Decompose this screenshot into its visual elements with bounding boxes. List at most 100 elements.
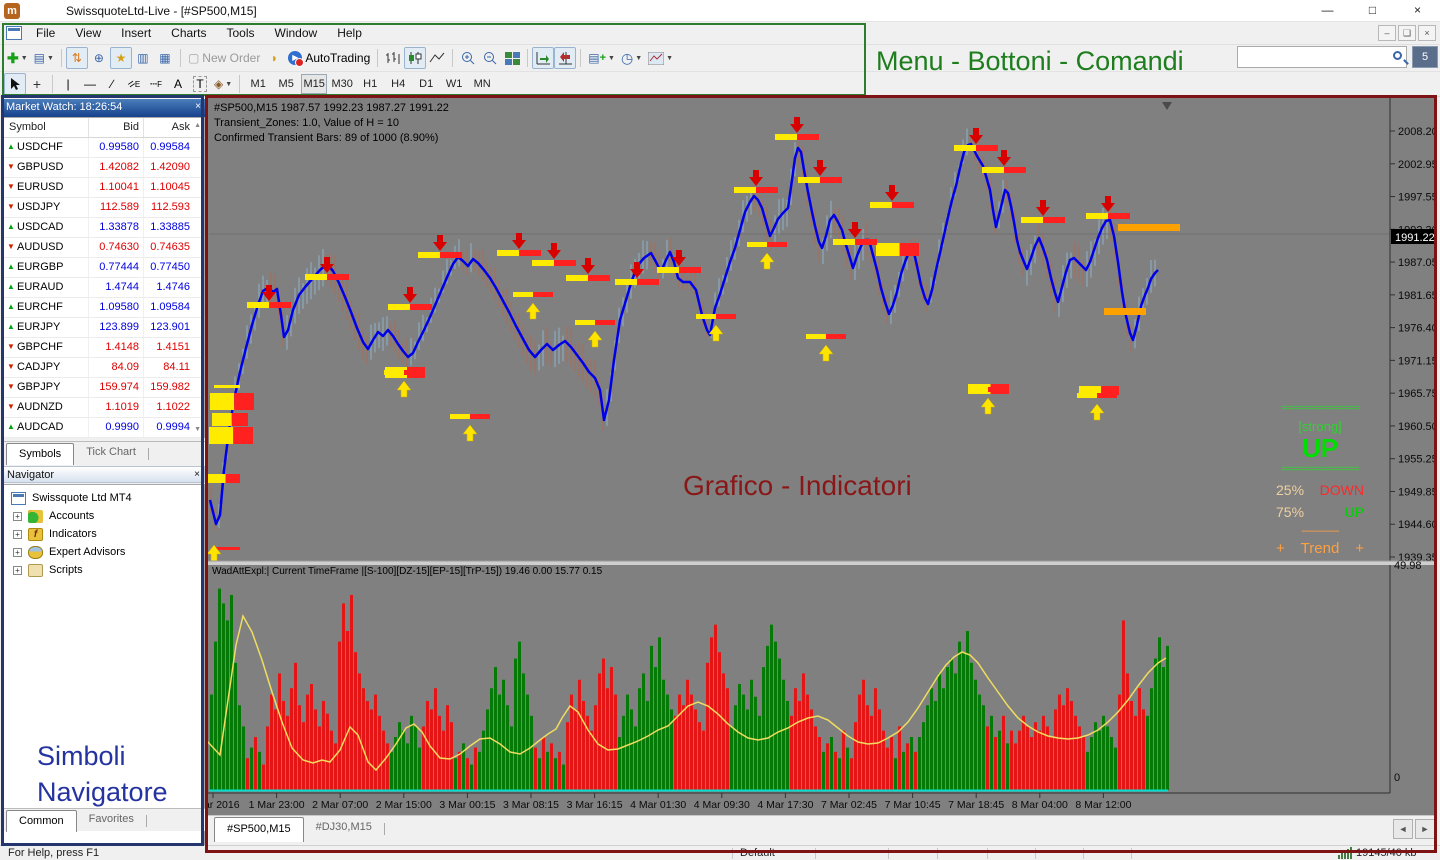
timeframe-d1-button[interactable]: D1	[413, 74, 439, 94]
bar-chart-button[interactable]	[382, 47, 404, 69]
expand-icon[interactable]: +	[13, 547, 22, 557]
market-watch-row[interactable]: EURUSD1.10041 1.10045	[3, 178, 204, 198]
mdi-minimize-button[interactable]: –	[1378, 25, 1396, 41]
timeframe-m5-button[interactable]: M5	[273, 74, 299, 94]
new-order-button[interactable]: ▢ New Order	[185, 47, 263, 69]
market-watch-row[interactable]: AUDUSD0.74630 0.74635	[3, 238, 204, 258]
timeframe-h1-button[interactable]: H1	[357, 74, 383, 94]
timeframe-m1-button[interactable]: M1	[245, 74, 271, 94]
line-chart-button[interactable]	[426, 47, 448, 69]
status-profile[interactable]: Default	[740, 847, 775, 859]
timeframe-mn-button[interactable]: MN	[469, 74, 495, 94]
market-watch-row[interactable]: GBPJPY159.974 159.982	[3, 378, 204, 398]
label-tool-button[interactable]: T	[189, 73, 211, 95]
tab-common[interactable]: Common	[6, 810, 77, 832]
price-chart[interactable]: 2008.202002.951997.551992.301987.051981.…	[207, 97, 1437, 815]
new-order-label: New Order	[202, 51, 261, 65]
market-watch-row[interactable]: AUDNZD1.1019 1.1022	[3, 398, 204, 418]
strategy-tester-button[interactable]: ▦	[154, 47, 176, 69]
text-tool-button[interactable]: A	[167, 73, 189, 95]
tile-windows-button[interactable]	[501, 47, 523, 69]
equidistant-channel-button[interactable]: = E	[123, 73, 145, 95]
zoom-in-button[interactable]	[457, 47, 479, 69]
profiles-button[interactable]: ▤ ▼	[31, 47, 57, 69]
periods-button[interactable]: ◷ ▼	[618, 47, 645, 69]
tree-item-scripts[interactable]: + Scripts	[3, 561, 204, 579]
minimize-button[interactable]: —	[1305, 0, 1350, 22]
data-window-button[interactable]: ⊕	[88, 47, 110, 69]
market-watch-row[interactable]: EURCHF1.09580 1.09584	[3, 298, 204, 318]
tree-item-expert-advisors[interactable]: + Expert Advisors	[3, 543, 204, 561]
tab-favorites[interactable]: Favorites	[77, 809, 146, 831]
market-watch-row[interactable]: GBPUSD1.42082 1.42090	[3, 158, 204, 178]
market-watch-row[interactable]: USDCAD1.33878 1.33885	[3, 218, 204, 238]
candlestick-chart-button[interactable]	[404, 47, 427, 69]
mdi-close-button[interactable]: ×	[1418, 25, 1436, 41]
tabs-scroll-right-button[interactable]: ►	[1415, 819, 1435, 839]
expand-icon[interactable]: +	[13, 511, 22, 521]
tab-dj30[interactable]: #DJ30,M15	[304, 816, 384, 841]
chevron-down-icon: ▼	[635, 54, 643, 62]
scroll-up-icon[interactable]: ▲	[194, 122, 201, 129]
tabs-scroll-left-button[interactable]: ◄	[1393, 819, 1413, 839]
market-watch-row[interactable]: USDCHF0.99580 0.99584	[3, 138, 204, 158]
scroll-down-icon[interactable]: ▼	[194, 426, 201, 433]
maximize-button[interactable]: □	[1350, 0, 1395, 22]
menu-charts[interactable]: Charts	[161, 22, 216, 45]
tab-symbols[interactable]: Symbols	[6, 443, 75, 465]
menu-insert[interactable]: Insert	[111, 22, 161, 45]
symbol-cell: AUDCAD	[3, 418, 89, 437]
crosshair-button[interactable]: +	[26, 73, 48, 95]
market-watch-list-button[interactable]: ▥	[132, 47, 154, 69]
new-chart-button[interactable]: ✚ ▼	[4, 47, 31, 69]
indicators-button[interactable]: ▤ + ▼	[585, 47, 618, 69]
tree-item-indicators[interactable]: + f Indicators	[3, 525, 204, 543]
timeframe-w1-button[interactable]: W1	[441, 74, 467, 94]
arrows-tool-button[interactable]: ◈ ▼	[211, 73, 235, 95]
market-watch-row[interactable]: USDJPY112.589 112.593	[3, 198, 204, 218]
menu-view[interactable]: View	[65, 22, 111, 45]
tree-root-account[interactable]: Swissquote Ltd MT4	[3, 489, 204, 507]
cursor-button[interactable]	[4, 73, 26, 95]
horizontal-line-button[interactable]: —	[79, 73, 101, 95]
expand-icon[interactable]: +	[13, 529, 22, 539]
search-input[interactable]	[1240, 48, 1380, 66]
autoscroll-button[interactable]	[532, 47, 555, 69]
menu-file[interactable]: File	[26, 22, 65, 45]
timeframe-h4-button[interactable]: H4	[385, 74, 411, 94]
autotrading-icon: ▶	[288, 51, 305, 67]
close-icon[interactable]: ×	[194, 469, 200, 480]
search-icon[interactable]	[1393, 51, 1402, 60]
menu-window[interactable]: Window	[265, 22, 328, 45]
timeframe-m15-button[interactable]: M15	[301, 74, 328, 94]
market-watch-row[interactable]: EURAUD1.4744 1.4746	[3, 278, 204, 298]
signals-button[interactable]: ◗	[263, 47, 285, 69]
market-watch-row[interactable]: EURGBP0.77444 0.77450	[3, 258, 204, 278]
close-button[interactable]: ×	[1395, 0, 1440, 22]
favorites-button[interactable]: ★	[109, 47, 132, 69]
status-bar: For Help, press F1 Default 19145/40 kb	[0, 845, 1440, 860]
expand-icon[interactable]: +	[13, 565, 22, 575]
templates-button[interactable]: ▼	[645, 47, 676, 69]
zoom-out-button[interactable]	[479, 47, 501, 69]
mdi-restore-button[interactable]: ❑	[1398, 25, 1416, 41]
tab-tick-chart[interactable]: Tick Chart	[74, 442, 148, 464]
chart-shift-button[interactable]	[554, 47, 577, 69]
tab-sp500[interactable]: #SP500,M15	[214, 817, 304, 842]
autotrading-button[interactable]: ▶ AutoTrading	[285, 47, 373, 69]
fibonacci-button[interactable]: ┄ F	[145, 73, 167, 95]
market-watch-row[interactable]: CADJPY84.09 84.11	[3, 358, 204, 378]
menu-tools[interactable]: Tools	[217, 22, 265, 45]
market-watch-row[interactable]: GBPCHF1.4148 1.4151	[3, 338, 204, 358]
market-watch-row[interactable]: EURJPY123.899 123.901	[3, 318, 204, 338]
ask-cell: 1.4151	[156, 341, 190, 353]
market-watch-row[interactable]: AUDCAD0.9990 0.9994	[3, 418, 204, 438]
notifications-button[interactable]: 5	[1412, 46, 1438, 68]
vertical-line-button[interactable]: |	[57, 73, 79, 95]
close-icon[interactable]: ×	[195, 101, 201, 112]
timeframe-m30-button[interactable]: M30	[329, 74, 355, 94]
tree-item-accounts[interactable]: + Accounts	[3, 507, 204, 525]
menu-help[interactable]: Help	[327, 22, 372, 45]
trendline-button[interactable]: ∕	[101, 73, 123, 95]
market-watch-toggle-button[interactable]: ⇅	[65, 47, 88, 69]
